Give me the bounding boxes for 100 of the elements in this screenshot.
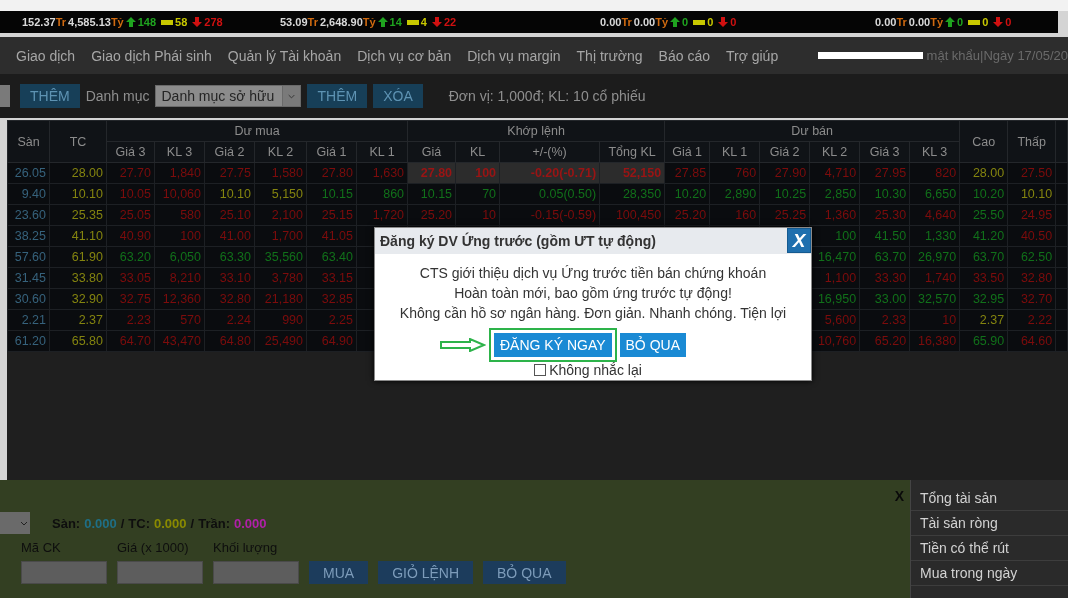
order-button[interactable]: MUA bbox=[309, 561, 369, 584]
table-cell: 32.90 bbox=[49, 288, 107, 310]
table-cell: 8,210 bbox=[154, 267, 205, 289]
account-select[interactable] bbox=[0, 512, 30, 534]
price-value: 0.000 bbox=[234, 515, 267, 531]
order-button[interactable]: BỎ QUA bbox=[483, 561, 566, 584]
user-info: mật khẩu|Ngày 17/05/20 bbox=[926, 48, 1068, 63]
table-cell: 64.80 bbox=[204, 330, 255, 352]
index-value: 0.00Tr bbox=[875, 16, 907, 28]
nav-item[interactable]: Dịch vụ margin bbox=[459, 47, 569, 64]
table-cell: 5,150 bbox=[254, 183, 307, 205]
table-cell: 6,050 bbox=[154, 246, 205, 268]
nav-item[interactable]: Báo cáo bbox=[650, 47, 718, 64]
table-cell: 33.10 bbox=[204, 267, 255, 289]
nav-item[interactable]: Quản lý Tài khoản bbox=[219, 47, 350, 64]
input-field[interactable] bbox=[21, 561, 107, 584]
down-arrow-icon bbox=[192, 17, 203, 27]
table-cell: 65.20 bbox=[859, 330, 910, 352]
collapse-handle[interactable] bbox=[0, 85, 10, 107]
table-cell: 2.23 bbox=[106, 309, 155, 331]
table-cell: 24.95 bbox=[1007, 204, 1056, 226]
table-cell: 41.20 bbox=[959, 225, 1008, 247]
table-cell: 32.75 bbox=[106, 288, 155, 310]
decline-count: 0 bbox=[730, 16, 737, 28]
register-button[interactable]: ĐĂNG KÝ NGAY bbox=[494, 333, 612, 357]
caret-icon bbox=[282, 86, 301, 106]
table-cell: 27.50 bbox=[1007, 162, 1056, 184]
table-cell: 10,060 bbox=[154, 183, 205, 205]
dialog-text: Không cần hồ sơ ngân hàng. Đơn giản. Nhanh chóng. Tiện lợi bbox=[399, 304, 787, 323]
table-cell: 160 bbox=[709, 204, 760, 226]
table-cell: 2.22 bbox=[1007, 309, 1056, 331]
table-cell: 10.05 bbox=[106, 183, 155, 205]
table-cell: 63.30 bbox=[204, 246, 255, 268]
table-cell: 61.20 bbox=[7, 330, 50, 352]
nav-item[interactable]: Giao dịch bbox=[8, 47, 84, 64]
column-header: Sàn bbox=[7, 120, 50, 163]
price-value: 0.000 bbox=[154, 515, 187, 531]
table-cell: 25.10 bbox=[204, 204, 255, 226]
table-cell: 23.60 bbox=[7, 204, 50, 226]
table-cell: -0.15(-0.59) bbox=[499, 204, 600, 226]
column-group-header: Dư mua bbox=[106, 120, 408, 142]
unchanged-count: 4 bbox=[420, 16, 427, 28]
nav-item[interactable]: Thị trường bbox=[568, 47, 651, 64]
column-header: Cao bbox=[959, 120, 1008, 163]
summary-item[interactable]: Mua trong ngày bbox=[911, 561, 1068, 586]
table-cell: 25.15 bbox=[306, 204, 357, 226]
summary-item[interactable]: Tổng tài sản bbox=[911, 486, 1068, 511]
unchanged-count: 58 bbox=[175, 16, 188, 28]
index-total: 4,585.13Tỷ bbox=[68, 16, 124, 28]
table-cell: 26,970 bbox=[909, 246, 960, 268]
dialog-text: Hoàn toàn mới, bao gồm ứng trước tự động! bbox=[454, 284, 732, 303]
table-cell: 64.60 bbox=[1007, 330, 1056, 352]
table-cell: 65.90 bbox=[959, 330, 1008, 352]
table-cell: 12,360 bbox=[154, 288, 205, 310]
table-cell: 2.37 bbox=[49, 309, 107, 331]
down-arrow-icon bbox=[432, 17, 442, 27]
table-cell: 100 bbox=[154, 225, 205, 247]
advance-count: 0 bbox=[957, 16, 964, 28]
order-button[interactable]: GIỎ LỆNH bbox=[378, 561, 474, 584]
index-total: 2,648.90Tỷ bbox=[319, 16, 376, 28]
index-total: 0.00Tỷ bbox=[908, 16, 944, 28]
table-cell: 1,360 bbox=[809, 204, 860, 226]
table-cell: 1,740 bbox=[909, 267, 960, 289]
skip-button[interactable]: BỎ QUA bbox=[619, 333, 686, 357]
separator-text: / bbox=[190, 515, 195, 531]
list-select[interactable]: Danh mục sở hữu bbox=[155, 85, 302, 107]
add-button[interactable]: THÊM bbox=[307, 84, 368, 108]
column-header: Thấp bbox=[1007, 120, 1056, 163]
nav-item[interactable]: Dịch vụ cơ bản bbox=[349, 47, 460, 64]
input-field[interactable] bbox=[117, 561, 203, 584]
summary-item[interactable]: Tài sản ròng bbox=[911, 511, 1068, 536]
nav-item[interactable]: Trợ giúp bbox=[717, 47, 787, 64]
delete-button[interactable]: XÓA bbox=[373, 84, 423, 108]
table-cell: 0.05(0.50) bbox=[499, 183, 600, 205]
unchanged-count: 0 bbox=[707, 16, 714, 28]
table-cell: 9.40 bbox=[7, 183, 50, 205]
summary-item[interactable]: Tiền có thể rút bbox=[911, 536, 1068, 561]
table-cell: 31.45 bbox=[7, 267, 50, 289]
close-button[interactable]: X bbox=[787, 228, 811, 253]
table-cell: 63.70 bbox=[959, 246, 1008, 268]
separator-text: / bbox=[120, 515, 125, 531]
table-cell: 40.50 bbox=[1007, 225, 1056, 247]
checkbox[interactable] bbox=[534, 364, 547, 376]
nav-item[interactable]: Giao dịch Phái sinh bbox=[83, 47, 220, 64]
table-cell: 43,470 bbox=[154, 330, 205, 352]
index-value: 53.09Tr bbox=[280, 16, 318, 28]
down-arrow-icon bbox=[993, 17, 1004, 27]
table-cell: 41.50 bbox=[859, 225, 910, 247]
table-cell: 63.40 bbox=[306, 246, 357, 268]
table-cell: 63.20 bbox=[106, 246, 155, 268]
index-total: 0.00Tỷ bbox=[633, 16, 669, 28]
table-cell: 70 bbox=[455, 183, 500, 205]
table-cell: 6,650 bbox=[909, 183, 960, 205]
price-value: 0.000 bbox=[84, 515, 117, 531]
add-button[interactable]: THÊM bbox=[20, 84, 80, 108]
table-cell: 1,720 bbox=[356, 204, 408, 226]
advance-count: 148 bbox=[137, 16, 157, 28]
table-cell: 35,560 bbox=[254, 246, 307, 268]
table-cell: 760 bbox=[709, 162, 760, 184]
input-field[interactable] bbox=[213, 561, 299, 584]
